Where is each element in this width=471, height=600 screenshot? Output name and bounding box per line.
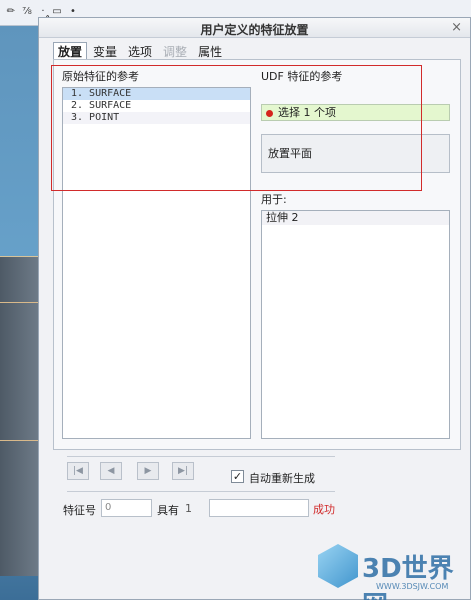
udf-refs-label: UDF 特征的参考 — [261, 70, 343, 83]
used-in-list[interactable]: 拉伸 2 — [261, 210, 450, 439]
status-field[interactable] — [209, 499, 309, 517]
original-refs-list[interactable]: 1. SURFACE 2. SURFACE 3. POINT — [62, 87, 251, 439]
next-button[interactable]: ▶ — [137, 462, 159, 480]
tab-adjust: 调整 — [163, 45, 188, 59]
feature-number-field[interactable]: 0 — [101, 499, 152, 517]
tab-bar: 放置 变量 选项 调整 属性 — [53, 42, 228, 60]
feature-number-label: 特征号 — [63, 504, 96, 517]
placement-plane-button[interactable]: 放置平面 — [261, 134, 450, 173]
has-label: 具有 — [157, 504, 179, 517]
auto-regenerate-label: 自动重新生成 — [249, 472, 315, 485]
tab-placement[interactable]: 放置 — [53, 42, 88, 60]
auto-regenerate-checkbox[interactable]: ✓ — [231, 470, 244, 483]
model-solid — [0, 256, 40, 576]
list-item[interactable]: 2. SURFACE — [63, 100, 250, 112]
udf-placement-dialog: 用户定义的特征放置 × 放置 变量 选项 调整 属性 原始特征的参考 1. SU… — [38, 17, 471, 600]
watermark-url: WWW.3DSJW.COM — [376, 582, 449, 591]
tab-variables[interactable]: 变量 — [88, 42, 122, 60]
list-item[interactable]: 拉伸 2 — [262, 211, 449, 225]
list-item[interactable]: 1. SURFACE — [63, 88, 250, 100]
previous-button[interactable]: ◀ — [100, 462, 122, 480]
divider — [67, 491, 335, 492]
model-edge — [0, 302, 40, 303]
placement-panel: 原始特征的参考 1. SURFACE 2. SURFACE 3. POINT U… — [53, 59, 461, 450]
original-refs-label: 原始特征的参考 — [62, 70, 139, 83]
tab-options[interactable]: 选项 — [123, 42, 157, 60]
first-button[interactable]: |◀ — [67, 462, 89, 480]
close-icon[interactable]: × — [451, 20, 462, 35]
tab-properties[interactable]: 属性 — [193, 42, 227, 60]
used-in-label: 用于: — [261, 193, 287, 206]
site-watermark: 3D世界网 WWW.3DSJW.COM — [300, 540, 471, 600]
has-value: 1 — [185, 502, 192, 515]
dialog-title: 用户定义的特征放置 — [200, 23, 309, 37]
cube-logo-icon — [318, 544, 358, 588]
model-viewport[interactable] — [0, 26, 40, 600]
divider — [67, 456, 335, 457]
collector-text: 选择 1 个项 — [278, 106, 336, 119]
status-text: 成功 — [313, 503, 335, 516]
model-edge — [0, 440, 40, 441]
reference-collector[interactable]: 选择 1 个项 — [261, 104, 450, 121]
status-dot-icon — [266, 109, 273, 117]
last-button[interactable]: ▶| — [172, 462, 194, 480]
list-item[interactable]: 3. POINT — [63, 112, 250, 124]
dialog-titlebar[interactable]: 用户定义的特征放置 × — [39, 18, 470, 38]
watermark-text: 3D世界网 — [362, 554, 454, 600]
